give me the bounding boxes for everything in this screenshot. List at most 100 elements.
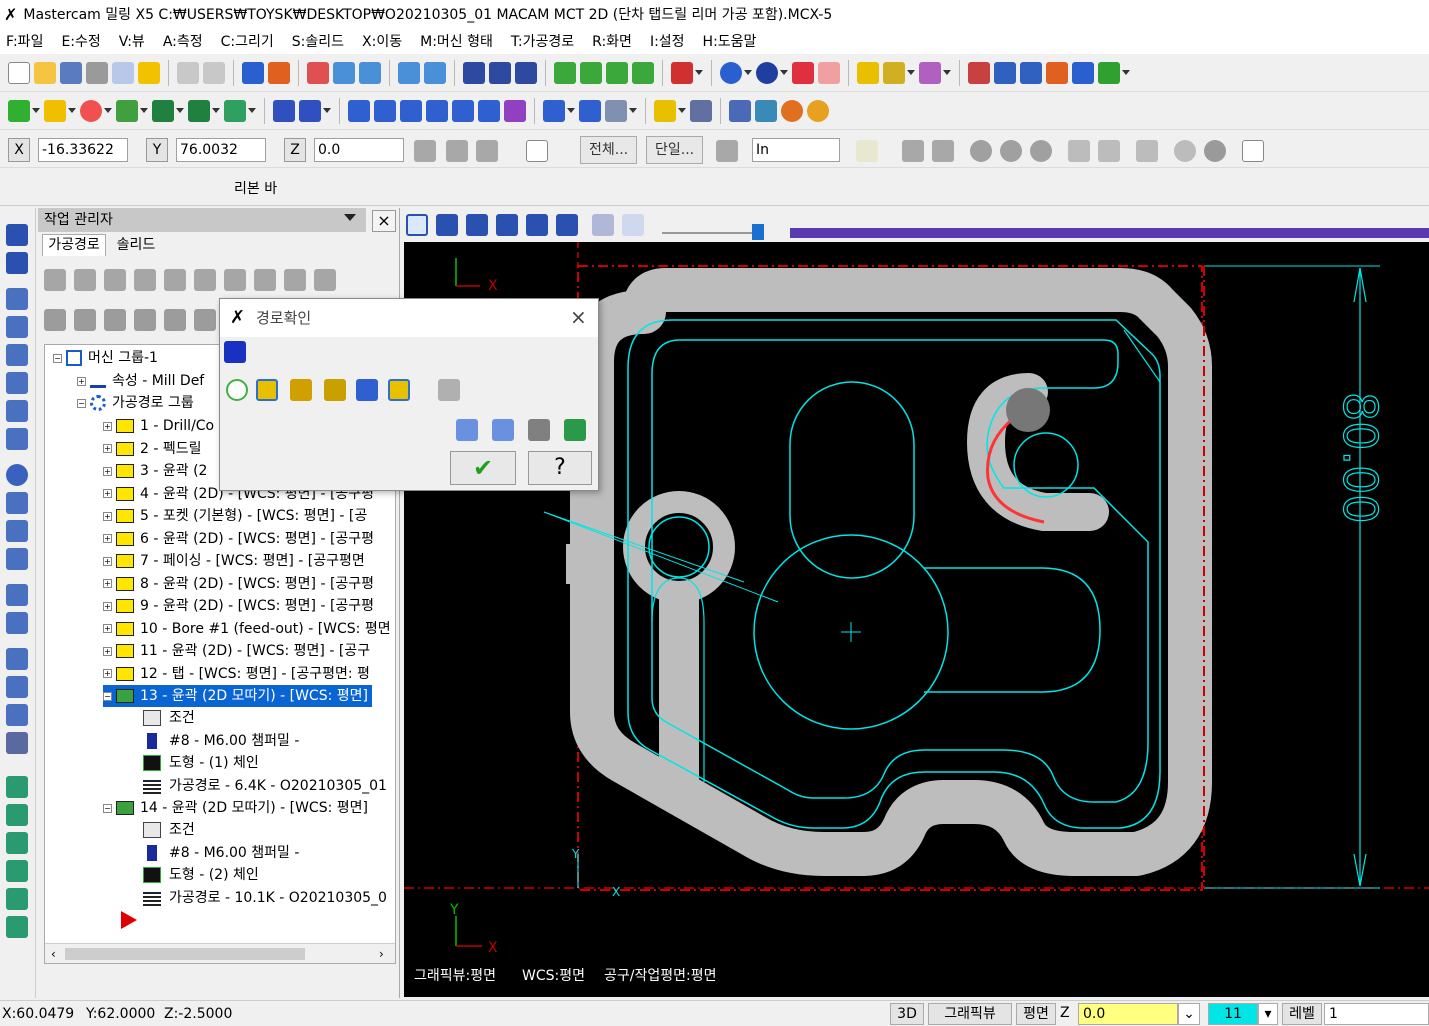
tree-op14-geometry[interactable]: 도형 - (2) 체인: [143, 864, 259, 886]
verify-select-icon[interactable]: [1068, 140, 1090, 162]
z-depth-input[interactable]: 0.0: [1078, 1003, 1178, 1025]
wireframe-icon[interactable]: [818, 61, 840, 84]
menu-toolpaths[interactable]: T:가공경로: [511, 31, 574, 51]
mill-toolpath-icon[interactable]: [6, 224, 28, 246]
solid-select-icon[interactable]: [932, 140, 954, 162]
select-single-button[interactable]: 단일...: [646, 136, 704, 164]
xform-array-icon[interactable]: [478, 99, 500, 122]
cancel-select-icon[interactable]: [1174, 140, 1196, 162]
macro-icon[interactable]: [1046, 61, 1068, 84]
tree-op-13[interactable]: − 13 - 윤곽 (2D 모따기) - [WCS: 평면]: [103, 685, 372, 707]
trace-mode-icon[interactable]: [592, 214, 614, 236]
speed-slider-track[interactable]: [662, 232, 762, 234]
info-icon[interactable]: [446, 140, 468, 162]
surface-rough-icon[interactable]: [6, 584, 28, 606]
zoom-window-icon[interactable]: [307, 61, 329, 84]
level-button[interactable]: 레벨: [1282, 1003, 1322, 1025]
display-rapid-icon[interactable]: [324, 379, 346, 401]
x-coord-button[interactable]: X: [8, 138, 30, 162]
tree-properties[interactable]: + 속성 - Mill Def: [77, 370, 204, 392]
new-file-icon[interactable]: [8, 61, 30, 84]
selection-mode-select[interactable]: In: [752, 138, 840, 162]
expand-icon[interactable]: +: [103, 669, 112, 678]
dimension-icon[interactable]: [543, 99, 565, 122]
hierarchy-icon[interactable]: [994, 61, 1016, 84]
curve5x-icon[interactable]: [6, 860, 28, 882]
select-dirty-ops-icon[interactable]: [74, 269, 96, 291]
tab-toolpaths[interactable]: 가공경로: [42, 234, 106, 256]
ok-button[interactable]: ✔: [450, 451, 516, 485]
repaint-icon[interactable]: [268, 61, 290, 84]
redo-icon[interactable]: [203, 61, 225, 84]
delete-ops-icon[interactable]: [284, 269, 306, 291]
expand-icon[interactable]: +: [103, 511, 112, 521]
tree-op-5-pocket[interactable]: +5 - 포켓 (기본형) - [WCS: 평면] - [공: [103, 505, 367, 527]
info-warning-icon[interactable]: [438, 379, 460, 401]
verify-icon[interactable]: [194, 269, 216, 291]
plane-button[interactable]: 평면: [1016, 1003, 1056, 1025]
panel-menu-icon[interactable]: [344, 214, 356, 221]
thread-toolpath-icon[interactable]: [6, 400, 28, 422]
view-top-icon[interactable]: [515, 61, 537, 84]
nest-icon[interactable]: [6, 704, 28, 726]
view-front-icon[interactable]: [580, 61, 602, 84]
tree-op-3-contour[interactable]: +3 - 윤곽 (2: [103, 460, 207, 482]
tree-machine-group[interactable]: − 머신 그룹-1: [53, 347, 158, 369]
menu-create[interactable]: C:그리기: [221, 31, 274, 51]
expand-icon[interactable]: +: [103, 534, 112, 543]
solid-icon[interactable]: [224, 99, 246, 122]
spline-icon[interactable]: [188, 99, 210, 122]
tree-op-10-bore[interactable]: +10 - Bore #1 (feed-out) - [WCS: 평면: [103, 618, 391, 640]
color-dropdown-icon[interactable]: ▾: [1258, 1003, 1278, 1025]
y-coord-input[interactable]: 76.0032: [176, 138, 266, 162]
unzoom-icon[interactable]: [398, 61, 420, 84]
post-icon[interactable]: [224, 269, 246, 291]
x-coord-input[interactable]: -16.33622: [38, 138, 128, 162]
expand-icon[interactable]: +: [103, 444, 112, 453]
menu-view[interactable]: V:뷰: [119, 31, 145, 51]
save-geometry-icon[interactable]: [492, 419, 514, 441]
port-icon[interactable]: [6, 916, 28, 938]
tree-op13-params[interactable]: 조건: [143, 707, 195, 729]
break-icon[interactable]: [299, 99, 321, 122]
zoom-out-icon[interactable]: [424, 61, 446, 84]
scroll-left-icon[interactable]: ‹: [51, 947, 56, 961]
progress-track[interactable]: [790, 228, 1429, 238]
view-side-icon[interactable]: [606, 61, 628, 84]
engrave-toolpath-icon[interactable]: [6, 428, 28, 450]
display-tool-icon[interactable]: [256, 379, 278, 401]
xform-offset-icon[interactable]: [452, 99, 474, 122]
tree-op-6-contour[interactable]: +6 - 윤곽 (2D) - [WCS: 평면] - [공구평: [103, 528, 374, 550]
body-select-icon[interactable]: [1030, 140, 1052, 162]
print-icon[interactable]: [86, 61, 108, 84]
panel-close-button[interactable]: ×: [372, 210, 396, 232]
sigma-icon[interactable]: [1072, 61, 1094, 84]
expand-icon[interactable]: +: [103, 601, 112, 611]
cplane-icon[interactable]: [671, 61, 693, 84]
circle-mill-icon[interactable]: [6, 464, 28, 486]
tree-op-14[interactable]: − 14 - 윤곽 (2D 모따기) - [WCS: 평면]: [103, 797, 368, 819]
display-path-icon[interactable]: [226, 379, 248, 401]
level-input[interactable]: 1: [1324, 1003, 1429, 1025]
analyze-icon[interactable]: [968, 61, 990, 84]
expand-icon[interactable]: +: [103, 624, 112, 633]
globe-icon[interactable]: [720, 61, 742, 84]
tree-toolpath-group[interactable]: − 가공경로 그룹: [77, 392, 194, 414]
tool-display-icon[interactable]: [622, 214, 644, 236]
display-entity-icon[interactable]: [356, 379, 378, 401]
screenshot-icon[interactable]: [528, 419, 550, 441]
contour-toolpath-icon[interactable]: [6, 252, 28, 274]
color-swatch[interactable]: 11: [1208, 1003, 1258, 1025]
measure-icon[interactable]: [1020, 61, 1042, 84]
save-icon[interactable]: [60, 61, 82, 84]
move-down-icon[interactable]: [134, 309, 156, 331]
plugin-icon[interactable]: [1098, 61, 1120, 84]
expand-icon[interactable]: +: [103, 466, 112, 476]
select-all-ops-icon[interactable]: [44, 269, 66, 291]
shaded-tool-icon[interactable]: [388, 379, 410, 401]
toggle-post-icon[interactable]: [104, 309, 126, 331]
select-help-icon[interactable]: [1242, 140, 1264, 162]
dialog-close-button[interactable]: ×: [570, 305, 587, 329]
menu-solids[interactable]: S:솔리드: [292, 31, 344, 51]
xform-translate-icon[interactable]: [348, 99, 370, 122]
